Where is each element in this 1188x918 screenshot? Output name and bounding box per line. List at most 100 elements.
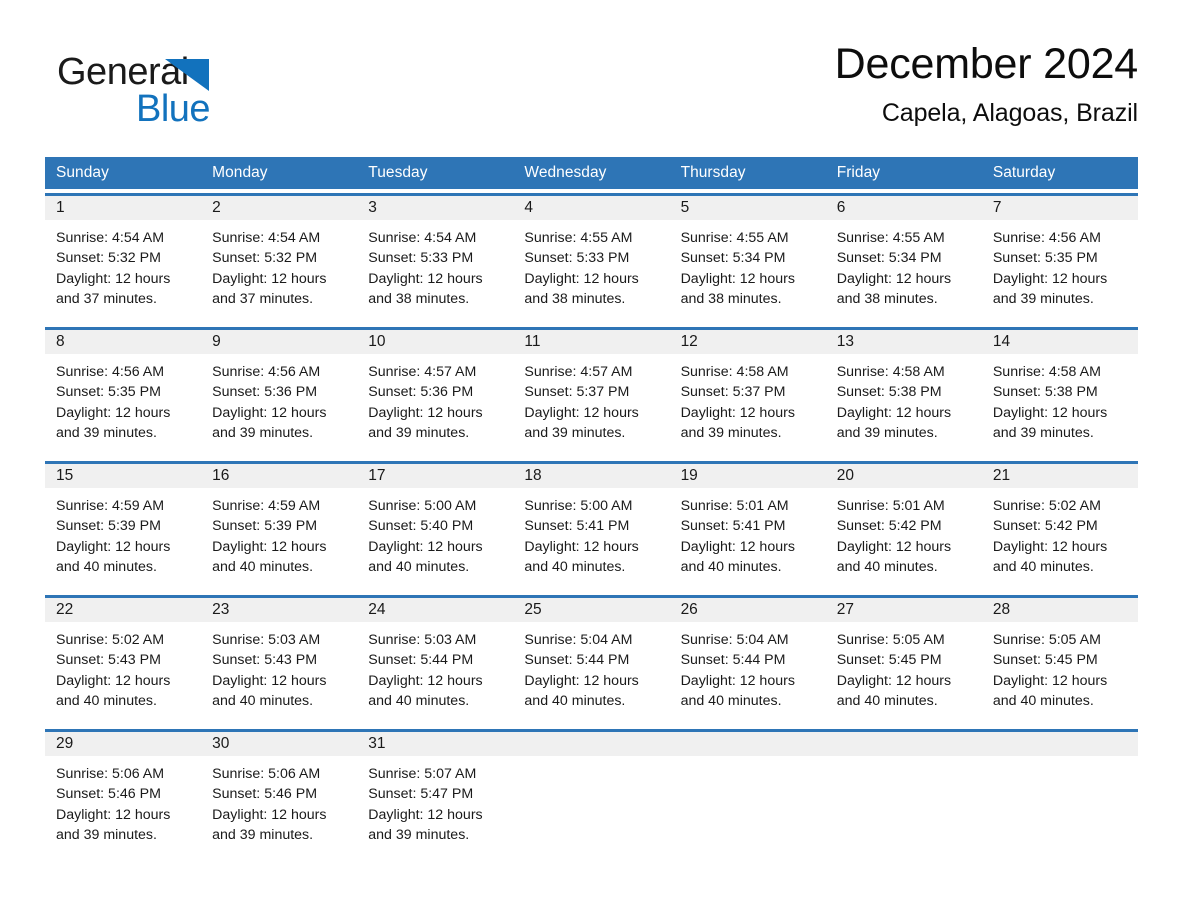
daylight-text-line2: and 40 minutes. xyxy=(212,558,314,575)
daylight-text-line2: and 40 minutes. xyxy=(524,692,626,709)
day-info: Sunrise: 4:59 AM Sunset: 5:39 PM Daylight:… xyxy=(201,488,357,577)
sunrise-text: Sunrise: 5:02 AM xyxy=(992,498,1101,514)
daylight-text-line1: Daylight: 12 hours xyxy=(680,538,795,555)
day-info: Sunrise: 4:57 AM Sunset: 5:37 PM Daylight:… xyxy=(513,354,669,443)
day-cell-empty xyxy=(669,732,826,851)
sunset-text: Sunset: 5:33 PM xyxy=(368,250,474,267)
daylight-text-line1: Daylight: 12 hours xyxy=(836,538,952,555)
day-info: Sunrise: 4:56 AM Sunset: 5:35 PM Daylight:… xyxy=(982,220,1138,309)
daylight-text-line2: and 40 minutes. xyxy=(992,692,1094,709)
weekday-header-sunday: Sunday xyxy=(56,164,109,181)
day-info: Sunrise: 4:58 AM Sunset: 5:38 PM Daylight:… xyxy=(982,354,1138,443)
daylight-text-line2: and 39 minutes. xyxy=(212,826,314,843)
general-blue-logo[interactable]: General Blue xyxy=(57,50,267,136)
sunset-text: Sunset: 5:44 PM xyxy=(368,652,474,669)
daylight-text-line1: Daylight: 12 hours xyxy=(680,404,795,421)
weekday-header-monday: Monday xyxy=(212,164,268,181)
day-cell[interactable]: 5 Sunrise: 4:55 AM Sunset: 5:34 PM Daylight… xyxy=(669,196,826,315)
day-cell[interactable]: 6 Sunrise: 4:55 AM Sunset: 5:34 PM Daylight… xyxy=(825,196,982,315)
day-cell[interactable]: 14 Sunrise: 4:58 AM Sunset: 5:38 PM Dayligh… xyxy=(981,330,1138,449)
daylight-text-line2: and 40 minutes. xyxy=(368,558,470,575)
sunrise-text: Sunrise: 5:06 AM xyxy=(56,766,165,782)
day-cell[interactable]: 15 Sunrise: 4:59 AM Sunset: 5:39 PM Dayligh… xyxy=(45,464,202,583)
day-number xyxy=(825,732,982,756)
day-info: Sunrise: 4:54 AM Sunset: 5:33 PM Daylight:… xyxy=(357,220,513,309)
sunrise-text: Sunrise: 4:58 AM xyxy=(680,364,789,380)
weekday-header-wednesday: Wednesday xyxy=(524,164,607,181)
day-cell[interactable]: 1 Sunrise: 4:54 AM Sunset: 5:32 PM Daylight… xyxy=(45,196,202,315)
day-cell[interactable]: 25 Sunrise: 5:04 AM Sunset: 5:44 PM Dayligh… xyxy=(513,598,670,717)
day-info: Sunrise: 5:00 AM Sunset: 5:41 PM Daylight:… xyxy=(513,488,669,577)
sunset-text: Sunset: 5:41 PM xyxy=(680,518,786,535)
daylight-text-line1: Daylight: 12 hours xyxy=(368,270,483,287)
daylight-text-line2: and 39 minutes. xyxy=(368,826,470,843)
calendar-page: General Blue December 2024 Capela, Alago… xyxy=(0,0,1188,918)
day-cell[interactable]: 11 Sunrise: 4:57 AM Sunset: 5:37 PM Dayligh… xyxy=(513,330,670,449)
day-cell[interactable]: 31 Sunrise: 5:07 AM Sunset: 5:47 PM Dayligh… xyxy=(357,732,514,851)
day-number: 16 xyxy=(201,464,358,488)
day-number: 1 xyxy=(45,196,202,220)
day-cell[interactable]: 8 Sunrise: 4:56 AM Sunset: 5:35 PM Daylight… xyxy=(45,330,202,449)
sunset-text: Sunset: 5:35 PM xyxy=(56,384,161,401)
day-cell-empty xyxy=(825,732,982,851)
sunrise-text: Sunrise: 4:57 AM xyxy=(368,364,477,380)
daylight-text-line1: Daylight: 12 hours xyxy=(212,806,327,823)
sunrise-text: Sunrise: 5:05 AM xyxy=(836,632,945,648)
day-number: 13 xyxy=(825,330,982,354)
day-cell[interactable]: 2 Sunrise: 4:54 AM Sunset: 5:32 PM Daylight… xyxy=(201,196,358,315)
day-info xyxy=(670,756,826,764)
day-cell[interactable]: 27 Sunrise: 5:05 AM Sunset: 5:45 PM Dayligh… xyxy=(825,598,982,717)
location-subtitle: Capela, Alagoas, Brazil xyxy=(881,99,1138,127)
daylight-text-line2: and 39 minutes. xyxy=(212,424,314,441)
day-cell-empty xyxy=(981,732,1138,851)
day-cell[interactable]: 23 Sunrise: 5:03 AM Sunset: 5:43 PM Dayligh… xyxy=(201,598,358,717)
day-info: Sunrise: 4:55 AM Sunset: 5:34 PM Daylight:… xyxy=(826,220,982,309)
day-info: Sunrise: 4:58 AM Sunset: 5:38 PM Daylight:… xyxy=(826,354,982,443)
day-number: 11 xyxy=(513,330,670,354)
daylight-text-line2: and 40 minutes. xyxy=(368,692,470,709)
day-cell[interactable]: 19 Sunrise: 5:01 AM Sunset: 5:41 PM Dayligh… xyxy=(669,464,826,583)
day-number: 28 xyxy=(981,598,1138,622)
week-row: 22 Sunrise: 5:02 AM Sunset: 5:43 PM Dayligh… xyxy=(45,595,1138,717)
day-cell[interactable]: 18 Sunrise: 5:00 AM Sunset: 5:41 PM Dayligh… xyxy=(513,464,670,583)
day-cell[interactable]: 22 Sunrise: 5:02 AM Sunset: 5:43 PM Dayligh… xyxy=(45,598,202,717)
day-cell[interactable]: 20 Sunrise: 5:01 AM Sunset: 5:42 PM Dayligh… xyxy=(825,464,982,583)
day-info xyxy=(513,756,669,764)
sunset-text: Sunset: 5:39 PM xyxy=(56,518,161,535)
day-cell[interactable]: 9 Sunrise: 4:56 AM Sunset: 5:36 PM Daylight… xyxy=(201,330,358,449)
day-cell[interactable]: 17 Sunrise: 5:00 AM Sunset: 5:40 PM Dayligh… xyxy=(357,464,514,583)
day-number: 7 xyxy=(981,196,1138,220)
day-cell[interactable]: 12 Sunrise: 4:58 AM Sunset: 5:37 PM Dayligh… xyxy=(669,330,826,449)
daylight-text-line1: Daylight: 12 hours xyxy=(836,404,952,421)
day-cell[interactable]: 24 Sunrise: 5:03 AM Sunset: 5:44 PM Dayligh… xyxy=(357,598,514,717)
day-info: Sunrise: 5:04 AM Sunset: 5:44 PM Daylight:… xyxy=(670,622,826,711)
sunset-text: Sunset: 5:34 PM xyxy=(836,250,942,267)
week-row: 15 Sunrise: 4:59 AM Sunset: 5:39 PM Dayligh… xyxy=(45,461,1138,583)
sunrise-text: Sunrise: 4:56 AM xyxy=(56,364,165,380)
day-cell[interactable]: 28 Sunrise: 5:05 AM Sunset: 5:45 PM Dayligh… xyxy=(981,598,1138,717)
day-cell[interactable]: 29 Sunrise: 5:06 AM Sunset: 5:46 PM Dayligh… xyxy=(45,732,202,851)
sunrise-text: Sunrise: 5:01 AM xyxy=(836,498,945,514)
sunrise-text: Sunrise: 4:59 AM xyxy=(56,498,165,514)
day-number: 26 xyxy=(669,598,826,622)
day-number: 12 xyxy=(669,330,826,354)
day-number: 19 xyxy=(669,464,826,488)
day-cell[interactable]: 4 Sunrise: 4:55 AM Sunset: 5:33 PM Daylight… xyxy=(513,196,670,315)
daylight-text-line1: Daylight: 12 hours xyxy=(524,404,639,421)
day-cell[interactable]: 13 Sunrise: 4:58 AM Sunset: 5:38 PM Dayligh… xyxy=(825,330,982,449)
sunrise-text: Sunrise: 5:02 AM xyxy=(56,632,165,648)
day-cell[interactable]: 30 Sunrise: 5:06 AM Sunset: 5:46 PM Dayligh… xyxy=(201,732,358,851)
day-cell[interactable]: 3 Sunrise: 4:54 AM Sunset: 5:33 PM Daylight… xyxy=(357,196,514,315)
week-row: 29 Sunrise: 5:06 AM Sunset: 5:46 PM Dayligh… xyxy=(45,729,1138,851)
day-cell[interactable]: 21 Sunrise: 5:02 AM Sunset: 5:42 PM Dayligh… xyxy=(981,464,1138,583)
daylight-text-line2: and 40 minutes. xyxy=(680,692,782,709)
daylight-text-line2: and 40 minutes. xyxy=(680,558,782,575)
day-info: Sunrise: 5:02 AM Sunset: 5:43 PM Daylight:… xyxy=(45,622,201,711)
day-cell[interactable]: 10 Sunrise: 4:57 AM Sunset: 5:36 PM Dayligh… xyxy=(357,330,514,449)
day-cell[interactable]: 26 Sunrise: 5:04 AM Sunset: 5:44 PM Dayligh… xyxy=(669,598,826,717)
day-cell[interactable]: 16 Sunrise: 4:59 AM Sunset: 5:39 PM Dayligh… xyxy=(201,464,358,583)
day-info: Sunrise: 5:06 AM Sunset: 5:46 PM Daylight:… xyxy=(45,756,201,845)
weekday-header-saturday: Saturday xyxy=(992,164,1056,181)
day-info: Sunrise: 4:56 AM Sunset: 5:35 PM Daylight:… xyxy=(45,354,201,443)
day-cell[interactable]: 7 Sunrise: 4:56 AM Sunset: 5:35 PM Daylight… xyxy=(981,196,1138,315)
